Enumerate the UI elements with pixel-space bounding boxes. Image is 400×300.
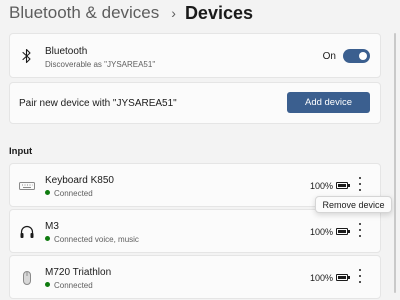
device-status: Connected voice, music xyxy=(45,235,139,244)
more-options-icon[interactable] xyxy=(358,269,362,283)
input-section-heading: Input xyxy=(9,146,33,157)
bluetooth-card: Bluetooth Discoverable as "JYSAREA51" On xyxy=(9,33,381,78)
pair-device-label: Pair new device with "JYSAREA51" xyxy=(19,98,177,109)
device-name: Keyboard K850 xyxy=(45,175,114,186)
connected-dot-icon xyxy=(45,190,50,196)
page-title: Devices xyxy=(184,2,253,23)
add-device-button[interactable]: Add device xyxy=(287,92,370,113)
remove-device-menu-item[interactable]: Remove device xyxy=(315,196,392,213)
device-name: M720 Triathlon xyxy=(45,267,112,278)
keyboard-icon xyxy=(19,182,35,190)
headphones-icon xyxy=(20,225,34,238)
bluetooth-status: Discoverable as "JYSAREA51" xyxy=(45,60,156,69)
bluetooth-toggle-label: On xyxy=(322,51,336,62)
device-status-text: Connected xyxy=(54,189,93,198)
battery-level: 100% xyxy=(309,273,333,283)
scrollbar[interactable] xyxy=(394,33,396,293)
more-options-icon[interactable] xyxy=(358,177,362,191)
bluetooth-toggle[interactable] xyxy=(343,49,370,63)
connected-dot-icon xyxy=(45,282,50,288)
battery-icon xyxy=(336,274,350,281)
device-row[interactable]: M3 Connected voice, music 100% xyxy=(9,209,381,253)
breadcrumb-separator: › xyxy=(171,5,176,21)
bluetooth-icon xyxy=(22,48,31,64)
battery-icon xyxy=(336,182,350,189)
pair-device-card: Pair new device with "JYSAREA51" Add dev… xyxy=(9,82,381,124)
battery-level: 100% xyxy=(309,227,333,237)
breadcrumb-parent-link[interactable]: Bluetooth & devices xyxy=(9,3,159,23)
device-name: M3 xyxy=(45,221,59,232)
battery-icon xyxy=(336,228,350,235)
device-row[interactable]: M720 Triathlon Connected 100% xyxy=(9,255,381,299)
bluetooth-label: Bluetooth xyxy=(45,46,88,57)
device-status-text: Connected voice, music xyxy=(54,235,139,244)
device-status: Connected xyxy=(45,189,93,198)
breadcrumb: Bluetooth & devices › Devices xyxy=(9,1,253,25)
more-options-icon[interactable] xyxy=(358,223,362,237)
mouse-icon xyxy=(23,271,31,285)
device-status-text: Connected xyxy=(54,281,93,290)
toggle-knob xyxy=(359,52,367,60)
device-status: Connected xyxy=(45,281,93,290)
connected-dot-icon xyxy=(45,236,50,242)
battery-level: 100% xyxy=(309,181,333,191)
